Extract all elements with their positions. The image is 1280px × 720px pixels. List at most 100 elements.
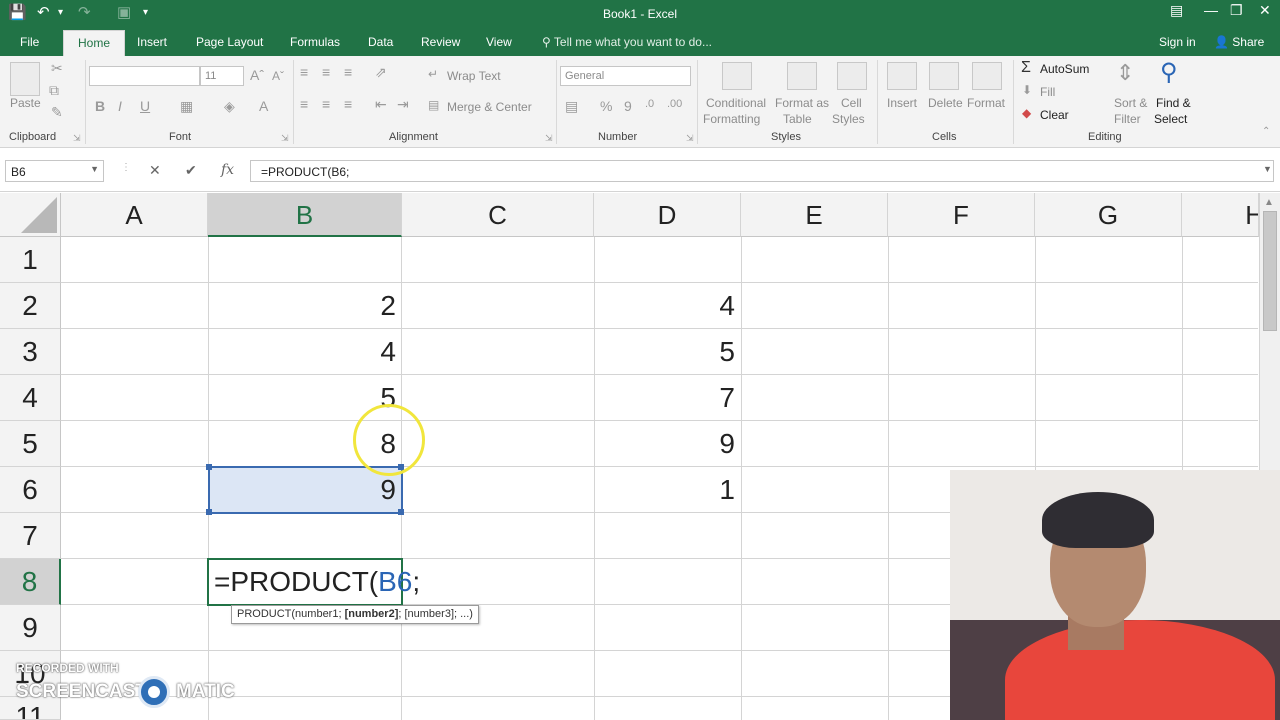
cell-d6[interactable]: 1 <box>594 467 741 513</box>
bold-button[interactable]: B <box>95 98 105 114</box>
row-header-9[interactable]: 9 <box>0 605 61 651</box>
find-select-button[interactable]: Find & <box>1156 96 1191 110</box>
row-header-8[interactable]: 8 <box>0 559 61 605</box>
name-box[interactable]: B6 ▼ <box>5 160 104 182</box>
autosum-button[interactable]: AutoSum <box>1040 62 1089 76</box>
column-header-d[interactable]: D <box>594 193 741 237</box>
number-format-select[interactable]: General <box>560 66 691 86</box>
font-launcher-icon[interactable]: ⇲ <box>281 133 289 144</box>
column-header-h[interactable]: H <box>1182 193 1259 237</box>
conditional-formatting-button[interactable]: Conditional <box>706 96 766 110</box>
underline-button[interactable]: U <box>140 98 150 114</box>
number-launcher-icon[interactable]: ⇲ <box>686 133 694 144</box>
middle-align-icon[interactable]: ≡ <box>322 64 330 80</box>
orientation-icon[interactable]: ⇗ <box>375 64 387 81</box>
row-header-1[interactable]: 1 <box>0 237 61 283</box>
delete-cells-icon[interactable] <box>929 62 959 90</box>
merge-center-icon[interactable]: ▤ <box>428 98 439 112</box>
row-header-2[interactable]: 2 <box>0 283 61 329</box>
comma-style-button[interactable]: 9 <box>624 98 632 114</box>
function-tooltip[interactable]: PRODUCT(number1; [number2]; [number3]; .… <box>231 605 479 624</box>
cell-d5[interactable]: 9 <box>594 421 741 467</box>
clear-button[interactable]: Clear <box>1040 108 1069 122</box>
fill-icon[interactable]: ⬇ <box>1022 83 1032 97</box>
borders-icon[interactable]: ▦ <box>180 98 193 115</box>
decrease-indent-icon[interactable]: ⇤ <box>375 96 387 113</box>
paste-icon[interactable] <box>10 62 40 96</box>
copy-icon[interactable]: ⧉ <box>49 82 59 99</box>
tell-me-search[interactable]: ⚲ Tell me what you want to do... <box>542 35 712 49</box>
column-header-f[interactable]: F <box>888 193 1035 237</box>
align-right-icon[interactable]: ≡ <box>344 96 352 112</box>
collapse-ribbon-icon[interactable]: ⌃ <box>1262 126 1270 137</box>
fill-button[interactable]: Fill <box>1040 85 1055 99</box>
fill-color-icon[interactable]: ◈ <box>224 98 235 115</box>
close-button[interactable]: ✕ <box>1259 2 1271 19</box>
tab-view[interactable]: View <box>486 35 512 49</box>
column-header-c[interactable]: C <box>402 193 594 237</box>
row-header-3[interactable]: 3 <box>0 329 61 375</box>
formula-input[interactable]: =PRODUCT(B6; <box>250 160 1274 182</box>
tooltip-function-name[interactable]: PRODUCT(number1; <box>237 608 345 620</box>
cell-d4[interactable]: 7 <box>594 375 741 421</box>
wrap-text-icon[interactable]: ↵ <box>428 67 438 81</box>
center-icon[interactable]: ≡ <box>322 96 330 112</box>
bottom-align-icon[interactable]: ≡ <box>344 64 352 80</box>
tab-home[interactable]: Home <box>63 30 126 58</box>
format-cells-icon[interactable] <box>972 62 1002 90</box>
clipboard-launcher-icon[interactable]: ⇲ <box>73 133 81 144</box>
increase-indent-icon[interactable]: ⇥ <box>397 96 409 113</box>
format-as-table-button[interactable]: Format as <box>775 96 829 110</box>
sort-filter-button[interactable]: Sort & <box>1114 96 1147 110</box>
share-button[interactable]: 👤 Share <box>1214 35 1264 49</box>
column-header-e[interactable]: E <box>741 193 888 237</box>
scroll-up-icon[interactable]: ▲ <box>1264 197 1274 208</box>
format-painter-icon[interactable]: ✎ <box>51 104 63 121</box>
tab-page-layout[interactable]: Page Layout <box>196 35 263 49</box>
enter-formula-button[interactable]: ✔ <box>185 162 197 179</box>
minimize-button[interactable]: — <box>1204 2 1218 18</box>
cell-b3[interactable]: 4 <box>208 329 402 375</box>
decrease-font-icon[interactable]: Aˇ <box>272 69 284 83</box>
align-left-icon[interactable]: ≡ <box>300 96 308 112</box>
font-name-box[interactable] <box>89 66 200 86</box>
sort-filter-icon[interactable]: ⇕ <box>1116 60 1134 86</box>
expand-formula-bar-icon[interactable]: ▼ <box>1263 164 1272 174</box>
cell-styles-icon[interactable] <box>837 62 867 90</box>
decrease-decimal-icon[interactable]: .00 <box>667 98 682 110</box>
row-header-7[interactable]: 7 <box>0 513 61 559</box>
top-align-icon[interactable]: ≡ <box>300 64 308 80</box>
sign-in-link[interactable]: Sign in <box>1159 35 1196 49</box>
cell-d3[interactable]: 5 <box>594 329 741 375</box>
paste-button[interactable]: Paste <box>10 96 41 110</box>
tab-insert[interactable]: Insert <box>137 35 167 49</box>
font-color-icon[interactable]: A <box>259 98 268 114</box>
select-all-button[interactable] <box>0 193 61 237</box>
conditional-formatting-icon[interactable] <box>722 62 752 90</box>
delete-cells-button[interactable]: Delete <box>928 96 963 110</box>
column-header-b[interactable]: B <box>208 193 402 237</box>
merge-center-button[interactable]: Merge & Center <box>447 100 532 114</box>
insert-function-button[interactable]: fx <box>221 162 234 178</box>
percent-button[interactable]: % <box>600 98 612 114</box>
column-header-g[interactable]: G <box>1035 193 1182 237</box>
font-size-box[interactable]: 11 <box>200 66 244 86</box>
accounting-format-icon[interactable]: ▤ <box>565 98 578 115</box>
restore-button[interactable]: ❐ <box>1230 2 1243 19</box>
cell-d2[interactable]: 4 <box>594 283 741 329</box>
autosum-icon[interactable]: Σ <box>1021 59 1031 77</box>
tab-file[interactable]: File <box>20 35 39 49</box>
scrollbar-thumb[interactable] <box>1263 211 1277 331</box>
alignment-launcher-icon[interactable]: ⇲ <box>545 133 553 144</box>
cell-styles-button[interactable]: Cell <box>841 96 862 110</box>
row-header-5[interactable]: 5 <box>0 421 61 467</box>
italic-button[interactable]: I <box>118 98 122 114</box>
increase-decimal-icon[interactable]: .0 <box>645 98 654 110</box>
cancel-formula-button[interactable]: ✕ <box>149 162 161 179</box>
insert-cells-icon[interactable] <box>887 62 917 90</box>
cell-b6[interactable]: 9 <box>208 467 402 513</box>
row-header-6[interactable]: 6 <box>0 467 61 513</box>
tab-formulas[interactable]: Formulas <box>290 35 340 49</box>
ribbon-display-icon[interactable]: ▤ <box>1170 2 1183 19</box>
increase-font-icon[interactable]: Aˆ <box>250 67 264 83</box>
